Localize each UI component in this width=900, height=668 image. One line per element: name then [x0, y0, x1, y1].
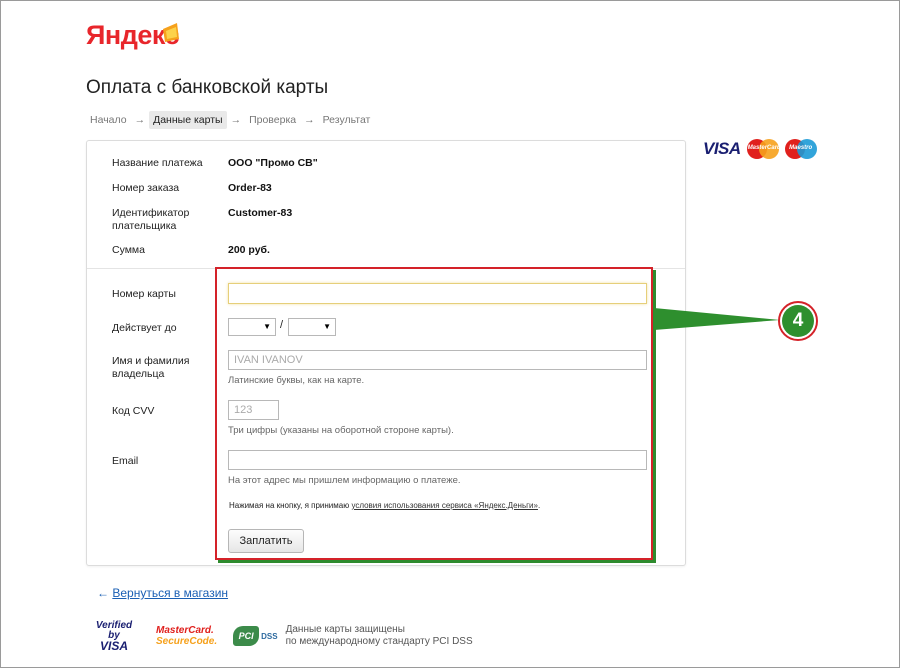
sum-label: Сумма — [112, 244, 145, 256]
verified-by-visa-logo: Verified by VISA — [95, 620, 133, 653]
cardholder-name-label: Имя и фамилия владельца — [112, 355, 190, 380]
cvv-input[interactable]: 123 — [228, 400, 279, 420]
annotation-badge: 4 — [778, 301, 818, 341]
valid-until-label: Действует до — [112, 322, 177, 334]
order-value: Order-83 — [228, 182, 272, 194]
pci-dss-logo: PCI DSS — [233, 626, 278, 646]
step-check: Проверка — [249, 114, 297, 126]
terms-link[interactable]: условия использования сервиса «Яндекс.Де… — [351, 501, 538, 510]
arrow-right-icon: → — [304, 114, 315, 126]
card-brands: VISA MasterCard Maestro — [703, 139, 817, 159]
maestro-logo: Maestro — [784, 139, 817, 159]
step-start: Начало — [90, 114, 127, 126]
arrow-left-icon: ← — [97, 586, 109, 600]
cvv-hint: Три цифры (указаны на оборотной стороне … — [228, 425, 454, 436]
cvv-label: Код CVV — [112, 405, 155, 417]
cardholder-name-hint: Латинские буквы, как на карте. — [228, 375, 365, 386]
email-label: Email — [112, 455, 139, 467]
card-number-label: Номер карты — [112, 288, 176, 300]
purpose-label: Название платежа — [112, 157, 203, 169]
arrow-right-icon: → — [230, 114, 242, 126]
cardholder-name-input[interactable]: IVAN IVANOV — [228, 350, 647, 370]
date-separator: / — [280, 319, 284, 331]
arrow-right-icon: → — [134, 114, 146, 126]
mastercard-securecode-logo: MasterCard. SecureCode. — [156, 625, 218, 647]
annotation-pointer — [654, 308, 780, 330]
order-label: Номер заказа — [112, 182, 180, 194]
pay-button[interactable]: Заплатить — [228, 529, 304, 553]
dropdown-arrow-icon: ▼ — [263, 322, 271, 331]
security-text: Данные карты защищены по международному … — [285, 624, 473, 647]
step-result: Результат — [322, 114, 371, 126]
payer-id-label: Идентификатор плательщика — [112, 207, 190, 232]
step-card-data: Данные карты — [149, 111, 227, 129]
breadcrumb: Начало → Данные карты → Проверка → Резул… — [86, 111, 374, 129]
email-hint: На этот адрес мы пришлем информацию о пл… — [228, 475, 461, 486]
purpose-value: ООО "Промо СВ" — [228, 157, 318, 169]
sum-value: 200 руб. — [228, 244, 270, 256]
pci-shield-icon: PCI — [233, 626, 260, 646]
card-number-input[interactable] — [228, 283, 647, 304]
expiry-year-select[interactable]: ▼ — [288, 318, 336, 336]
email-input[interactable] — [228, 450, 647, 470]
payer-id-value: Customer-83 — [228, 207, 293, 219]
wallet-icon — [163, 23, 179, 42]
agreement-text: Нажимая на кнопку, я принимаю условия ис… — [229, 501, 541, 510]
security-footer: Verified by VISA MasterCard. SecureCode.… — [90, 620, 473, 653]
form-highlight-box — [215, 267, 653, 560]
back-to-shop-link[interactable]: ← Вернуться в магазин — [97, 586, 228, 600]
expiry-month-select[interactable]: ▼ — [228, 318, 276, 336]
mastercard-logo: MasterCard — [746, 139, 781, 159]
dropdown-arrow-icon: ▼ — [323, 322, 331, 331]
visa-logo: VISA — [703, 139, 741, 158]
page-title: Оплата с банковской карты — [86, 77, 329, 98]
